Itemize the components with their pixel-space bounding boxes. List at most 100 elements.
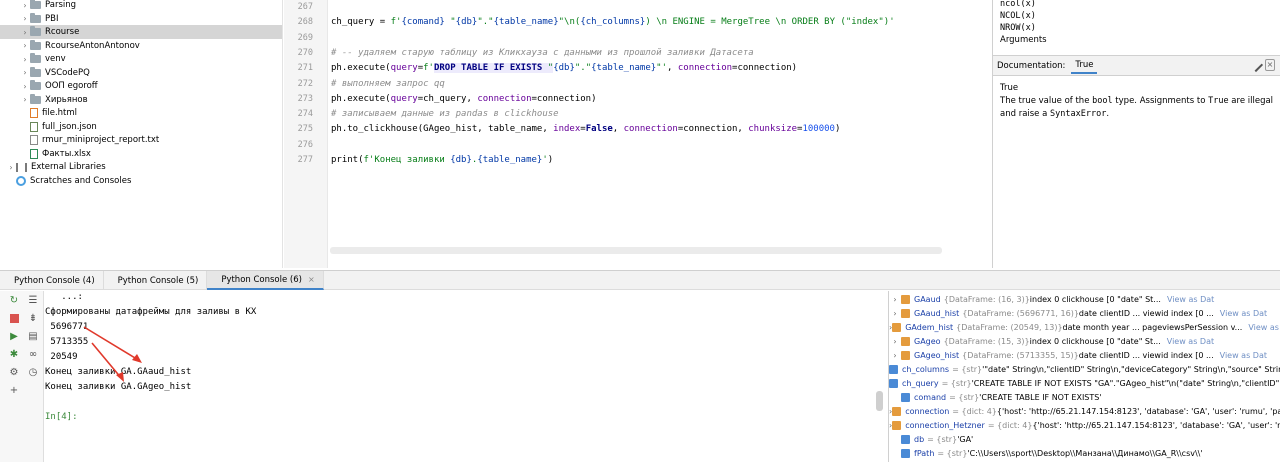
chevron-right-icon[interactable]: › xyxy=(20,55,30,64)
documentation-body: True The true value of the bool type. As… xyxy=(1000,82,1278,121)
tree-item[interactable]: › ООП egoroff xyxy=(0,79,282,93)
edit-icon[interactable] xyxy=(1248,57,1264,73)
tab-python-console-5[interactable]: Python Console (5) xyxy=(104,271,208,290)
chevron-right-icon[interactable]: › xyxy=(20,82,30,91)
tree-item[interactable]: › VSCodePQ xyxy=(0,66,282,80)
add-icon[interactable]: + xyxy=(8,385,20,397)
variable-row[interactable]: › connection = {dict: 4} {'host': 'http://6… xyxy=(889,404,1280,418)
code-editor[interactable]: 267 268 269 270 271 272 273 274 275 276 277 ch_que… xyxy=(284,0,990,268)
tab-python-console-6[interactable]: Python Console (6) × xyxy=(207,271,324,290)
chevron-right-icon[interactable]: › xyxy=(20,41,30,50)
view-as-dataframe-link[interactable]: View as Dat xyxy=(1220,309,1267,318)
chevron-right-icon[interactable]: › xyxy=(889,309,901,318)
chevron-right-icon[interactable]: › xyxy=(889,295,901,304)
code-line-271[interactable]: ph.execute(query=f'DROP TABLE IF EXISTS … xyxy=(331,63,797,73)
code-line-274[interactable]: # записываем данные из pandas в clickhou… xyxy=(331,109,559,119)
variable-name: fPath xyxy=(914,448,935,458)
tab-python-console-4[interactable]: Python Console (4) xyxy=(0,271,104,290)
chevron-right-icon[interactable]: › xyxy=(20,68,30,77)
variable-row[interactable]: ch_query = {str} 'CREATE TABLE IF NOT EXIS… xyxy=(889,376,1280,390)
variable-value: date clientID ... viewid index [0 ... xyxy=(1078,350,1214,360)
folder-icon xyxy=(30,66,41,77)
tree-item[interactable]: › PBI xyxy=(0,12,282,26)
tree-item[interactable]: › venv xyxy=(0,52,282,66)
debug-icon[interactable]: ✱ xyxy=(8,349,20,361)
chevron-right-icon[interactable]: › xyxy=(6,163,16,172)
console-toolbar: ↻ ☰ ⇟ ▶ ▤ ✱ ∞ ⚙ ◷ + xyxy=(0,291,44,462)
line-number: 270 xyxy=(297,47,313,58)
tree-item[interactable]: › Parsing xyxy=(0,0,282,12)
variable-icon xyxy=(889,378,898,388)
rerun-icon[interactable]: ↻ xyxy=(8,295,20,307)
tree-item[interactable]: › RcourseAntonAntonov xyxy=(0,39,282,53)
variable-row[interactable]: › GAgeo_hist {DataFrame: (5713355, 15)} dat… xyxy=(889,348,1280,362)
tree-item[interactable]: › External Libraries xyxy=(0,160,282,174)
close-icon[interactable]: × xyxy=(1265,59,1275,71)
variable-value: 'C:\\Users\\sport\\Desktop\\Манзана\\Дин… xyxy=(967,448,1203,458)
chevron-right-icon[interactable]: › xyxy=(889,351,901,360)
variable-icon xyxy=(892,322,902,332)
code-line-270[interactable]: # -- удаляем старую таблицу из Кликхауза… xyxy=(331,48,754,58)
file-icon xyxy=(30,135,38,145)
variable-row[interactable]: › GAdem_hist {DataFrame: (20549, 13)} date … xyxy=(889,320,1280,334)
execute-icon[interactable]: ▶ xyxy=(8,331,20,343)
line-number: 271 xyxy=(297,63,313,74)
variable-row[interactable]: › GAaud_hist {DataFrame: (5696771, 16)} dat… xyxy=(889,306,1280,320)
editor-horizontal-scrollbar[interactable] xyxy=(330,247,942,254)
print-icon[interactable]: ▤ xyxy=(27,331,39,343)
folder-icon xyxy=(30,80,41,90)
view-as-dataframe-link[interactable]: View as Dat xyxy=(1220,351,1267,360)
variable-name: GAdem_hist xyxy=(905,322,954,332)
tree-item[interactable]: full_json.json xyxy=(0,120,282,134)
tree-item[interactable]: › Rcourse xyxy=(0,25,282,39)
variable-type: = {str} xyxy=(941,378,972,388)
variable-row[interactable]: fPath = {str} 'C:\\Users\\sport\\Desktop\\… xyxy=(889,446,1280,460)
tree-item-label: rmur_miniproject_report.txt xyxy=(42,135,160,145)
variable-row[interactable]: › GAaud {DataFrame: (16, 3)} index 0 clickh… xyxy=(889,292,1280,306)
chevron-right-icon[interactable]: › xyxy=(20,1,30,10)
code-line-275[interactable]: ph.to_clickhouse(GAgeo_hist, table_name,… xyxy=(331,124,840,134)
settings-icon[interactable]: ⚙ xyxy=(8,367,20,379)
show-variables-icon[interactable]: ∞ xyxy=(27,349,39,361)
doc-title: True xyxy=(1000,83,1019,93)
stop-icon[interactable] xyxy=(8,313,20,325)
tree-item-label: Parsing xyxy=(45,0,77,10)
variable-row[interactable]: comand = {str} 'CREATE TABLE IF NOT EXISTS… xyxy=(889,390,1280,404)
view-as-dataframe-link[interactable]: View as Dat xyxy=(1248,323,1280,332)
variable-row[interactable]: › connection_Hetzner = {dict: 4} {'host': '… xyxy=(889,418,1280,432)
tree-item[interactable]: file.html xyxy=(0,106,282,120)
chevron-right-icon[interactable]: › xyxy=(20,28,30,37)
documentation-tab[interactable]: True xyxy=(1071,58,1098,74)
chevron-right-icon[interactable]: › xyxy=(20,95,30,104)
tree-item-label: VSCodePQ xyxy=(45,67,90,78)
tree-item[interactable]: › Хирьянов xyxy=(0,93,282,107)
tree-item[interactable]: rmur_miniproject_report.txt xyxy=(0,133,282,147)
soft-wrap-icon[interactable]: ⇟ xyxy=(27,313,39,325)
variable-value: {'host': 'http://65.21.147.154:8123', 'd… xyxy=(996,406,1280,416)
view-as-dataframe-link[interactable]: View as Dat xyxy=(1167,295,1214,304)
variable-type: = {str} xyxy=(937,448,968,458)
variable-row[interactable]: › GAgeo {DataFrame: (15, 3)} index 0 clickh… xyxy=(889,334,1280,348)
tree-item[interactable]: Scratches and Consoles xyxy=(0,174,282,188)
variable-type: {DataFrame: (16, 3)} xyxy=(943,294,1030,304)
code-line-272[interactable]: # выполняем запрос qq xyxy=(331,79,445,89)
line-number: 268 xyxy=(297,17,313,28)
code-line-268[interactable]: ch_query = f'{comand} "{db}"."{table_nam… xyxy=(331,17,895,27)
tree-item[interactable]: Факты.xlsx xyxy=(0,147,282,161)
history-icon[interactable]: ◷ xyxy=(27,367,39,379)
code-line-273[interactable]: ph.execute(query=ch_query, connection=co… xyxy=(331,94,597,104)
library-icon xyxy=(16,162,27,172)
variable-row[interactable]: db = {str} 'GA' xyxy=(889,432,1280,446)
view-as-dataframe-link[interactable]: View as Dat xyxy=(1167,337,1214,346)
menu-icon[interactable]: ☰ xyxy=(27,295,39,307)
annotation-arrow xyxy=(91,342,123,380)
chevron-right-icon[interactable]: › xyxy=(889,337,901,346)
variable-row[interactable]: ch_columns = {str} '"date" String\n,"clien… xyxy=(889,362,1280,376)
console-scrollbar[interactable] xyxy=(876,391,883,411)
folder-icon xyxy=(30,0,41,9)
console-output[interactable]: ...: Сформированы датафреймы для заливы … xyxy=(44,291,887,462)
close-tab-icon[interactable]: × xyxy=(308,275,315,284)
variable-name: comand xyxy=(914,392,947,402)
chevron-right-icon[interactable]: › xyxy=(20,14,30,23)
code-line-277[interactable]: print(f'Конец заливки {db}.{table_name}'… xyxy=(331,155,553,165)
